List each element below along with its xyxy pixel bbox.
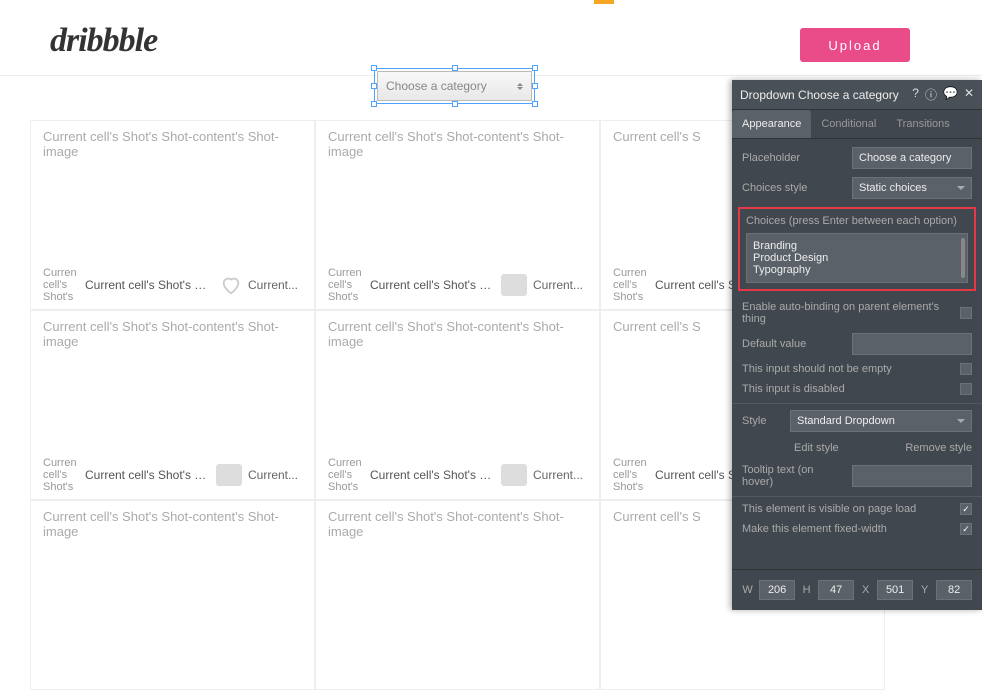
chevron-down-icon	[957, 419, 965, 423]
close-icon[interactable]: ✕	[964, 86, 974, 103]
disabled-checkbox[interactable]	[960, 383, 972, 395]
logo: dribbble	[50, 22, 157, 60]
shot-image-placeholder: Current cell's Shot's Shot-content's Sho…	[316, 501, 599, 547]
autobind-checkbox[interactable]	[960, 307, 972, 319]
upload-button[interactable]: Upload	[800, 28, 910, 62]
dim-y-input[interactable]: 82	[936, 580, 972, 600]
placeholder-label: Placeholder	[742, 152, 844, 164]
panel-title: Dropdown Choose a category	[740, 88, 912, 102]
tab-transitions[interactable]: Transitions	[886, 110, 959, 138]
tab-conditional[interactable]: Conditional	[811, 110, 886, 138]
choices-highlight: Choices (press Enter between each option…	[738, 207, 976, 291]
autobind-label: Enable auto-binding on parent element's …	[742, 301, 952, 325]
shot-image-placeholder: Current cell's Shot's Shot-content's Sho…	[31, 311, 314, 357]
shot-card: Current cell's Shot's Shot-content's Sho…	[315, 120, 600, 310]
shot-creator: Current cell's Shot's Cr...	[85, 468, 210, 482]
divider	[732, 403, 982, 404]
tooltip-input[interactable]	[852, 465, 972, 487]
shot-card: Current cell's Shot's Shot-content's Sho…	[315, 500, 600, 690]
likes-count: Current...	[248, 468, 304, 482]
shot-card: Current cell's Shot's Shot-content's Sho…	[30, 120, 315, 310]
choices-label: Choices (press Enter between each option…	[746, 215, 968, 227]
choices-style-label: Choices style	[742, 182, 844, 194]
tab-appearance[interactable]: Appearance	[732, 110, 811, 138]
resize-handle[interactable]	[371, 83, 377, 89]
edit-style-link[interactable]: Edit style	[794, 442, 839, 454]
shot-image-placeholder: Current cell's Shot's Shot-content's Sho…	[316, 121, 599, 167]
resize-handle[interactable]	[452, 65, 458, 71]
dim-y-label: Y	[919, 584, 930, 596]
help-icon[interactable]: ?	[912, 86, 919, 103]
panel-header: Dropdown Choose a category ? ⓘ 💬 ✕	[732, 80, 982, 110]
info-icon[interactable]: ⓘ	[925, 86, 937, 103]
style-label: Style	[742, 415, 782, 427]
shot-label: Curren cell's Shot's	[613, 267, 649, 303]
shot-card: Current cell's Shot's Shot-content's Sho…	[30, 500, 315, 690]
resize-handle[interactable]	[532, 101, 538, 107]
shot-creator: Current cell's Shot's Cr...	[85, 278, 214, 292]
panel-tabs: Appearance Conditional Transitions	[732, 110, 982, 139]
resize-handle[interactable]	[371, 101, 377, 107]
like-chip-icon[interactable]	[216, 464, 242, 486]
properties-panel: Dropdown Choose a category ? ⓘ 💬 ✕ Appea…	[732, 80, 982, 610]
remove-style-link[interactable]: Remove style	[905, 442, 972, 454]
shot-label: Curren cell's Shot's	[328, 267, 364, 303]
fixed-checkbox[interactable]	[960, 523, 972, 535]
fixed-label: Make this element fixed-width	[742, 523, 952, 535]
shot-creator: Current cell's Shot's Cr...	[370, 278, 495, 292]
chevron-down-icon	[957, 186, 965, 190]
canvas-dropdown-selection[interactable]: Choose a category	[374, 68, 535, 104]
shot-image-placeholder: Current cell's Shot's Shot-content's Sho…	[31, 501, 314, 547]
shot-label: Curren cell's Shot's	[43, 457, 79, 493]
tooltip-label: Tooltip text (on hover)	[742, 464, 844, 488]
choices-textarea[interactable]: Branding Product Design Typography	[746, 233, 968, 283]
dim-x-label: X	[860, 584, 871, 596]
visible-checkbox[interactable]	[960, 503, 972, 515]
style-select[interactable]: Standard Dropdown	[790, 410, 972, 432]
category-dropdown[interactable]: Choose a category	[377, 71, 532, 101]
panel-body: Placeholder Choices style Static choices…	[732, 139, 982, 551]
shot-label: Curren cell's Shot's	[328, 457, 364, 493]
comment-icon[interactable]: 💬	[943, 86, 958, 103]
resize-handle[interactable]	[371, 65, 377, 71]
shot-card: Current cell's Shot's Shot-content's Sho…	[30, 310, 315, 500]
choices-style-select[interactable]: Static choices	[852, 177, 972, 199]
disabled-label: This input is disabled	[742, 383, 952, 395]
not-empty-checkbox[interactable]	[960, 363, 972, 375]
dropdown-caret-icon	[517, 83, 523, 90]
heart-icon[interactable]	[220, 274, 242, 296]
not-empty-label: This input should not be empty	[742, 363, 952, 375]
likes-count: Current...	[533, 278, 589, 292]
shot-image-placeholder: Current cell's Shot's Shot-content's Sho…	[31, 121, 314, 167]
placeholder-input[interactable]	[852, 147, 972, 169]
like-chip-icon[interactable]	[501, 274, 527, 296]
shot-label: Curren cell's Shot's	[613, 457, 649, 493]
resize-handle[interactable]	[532, 65, 538, 71]
shot-card: Current cell's Shot's Shot-content's Sho…	[315, 310, 600, 500]
dim-x-input[interactable]: 501	[877, 580, 913, 600]
shot-creator: Current cell's Shot's Cr...	[370, 468, 495, 482]
likes-count: Current...	[248, 278, 304, 292]
shot-image-placeholder: Current cell's Shot's Shot-content's Sho…	[316, 311, 599, 357]
divider	[732, 496, 982, 497]
dim-w-label: W	[742, 584, 753, 596]
resize-handle[interactable]	[452, 101, 458, 107]
dim-w-input[interactable]: 206	[759, 580, 795, 600]
like-chip-icon[interactable]	[501, 464, 527, 486]
shot-label: Curren cell's Shot's	[43, 267, 79, 303]
likes-count: Current...	[533, 468, 589, 482]
dimensions-bar: W 206 H 47 X 501 Y 82	[732, 569, 982, 610]
dim-h-input[interactable]: 47	[818, 580, 854, 600]
dim-h-label: H	[801, 584, 812, 596]
visible-label: This element is visible on page load	[742, 503, 952, 515]
default-label: Default value	[742, 338, 844, 350]
header: dribbble Upload	[0, 0, 982, 76]
dropdown-placeholder: Choose a category	[386, 79, 487, 93]
default-input[interactable]	[852, 333, 972, 355]
resize-handle[interactable]	[532, 83, 538, 89]
